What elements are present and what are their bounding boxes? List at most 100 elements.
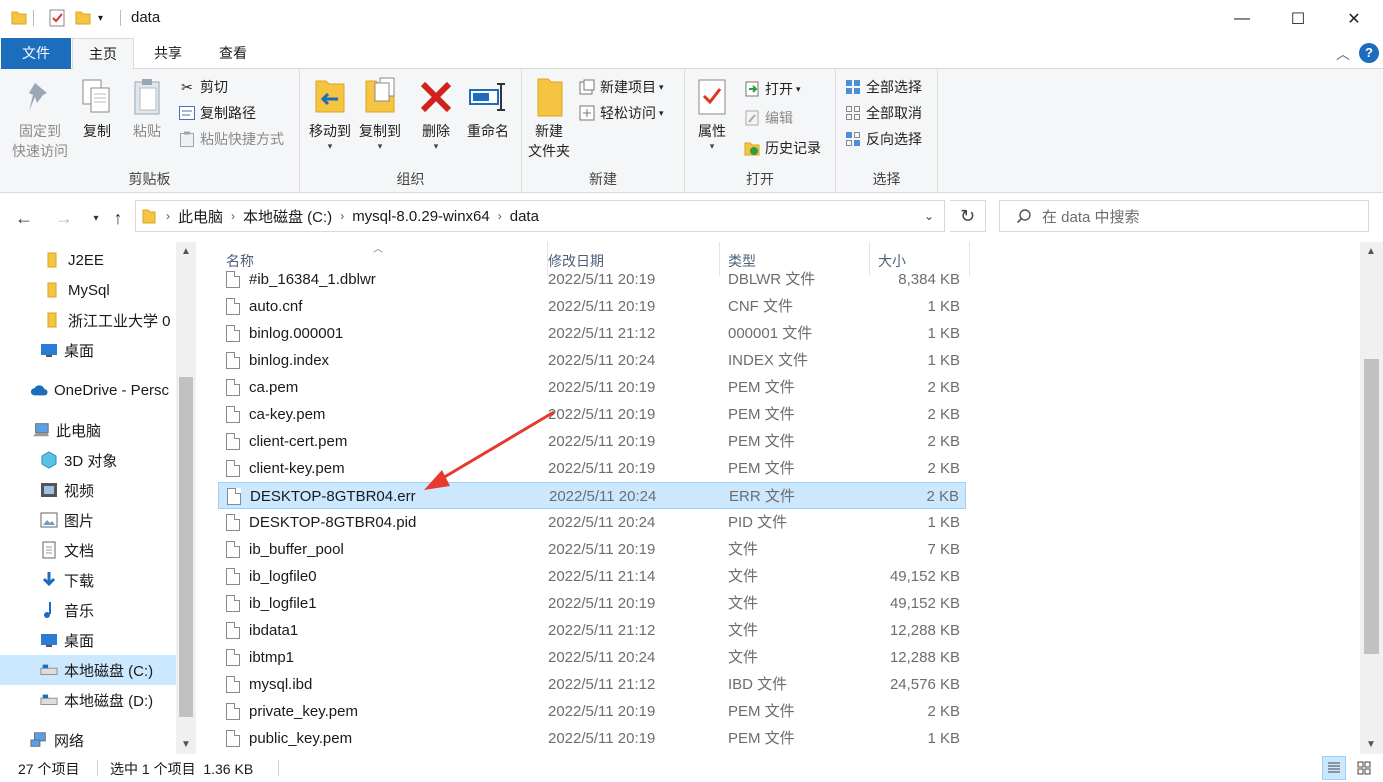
properties-button[interactable]: 属性 ▾: [691, 75, 733, 151]
window-title: data: [131, 9, 161, 26]
selection-info: 选中 1 个项目 1.36 KB: [110, 761, 254, 777]
nav-item-item-11[interactable]: 音乐: [0, 595, 176, 625]
nav-item-item-8[interactable]: 图片: [0, 505, 176, 535]
move-to-button[interactable]: 移动到 ▾: [306, 75, 354, 151]
nav-item-0[interactable]: 浙江工业大学 0: [0, 305, 176, 335]
tab-home[interactable]: 主页: [72, 38, 134, 70]
move-to-label: 移动到: [309, 123, 351, 139]
nav-pane-scroll-thumb[interactable]: [179, 377, 193, 717]
nav-item-3d[interactable]: 3D 对象: [0, 445, 176, 475]
refresh-icon[interactable]: ↻: [950, 200, 986, 232]
nav-item-label: 浙江工业大学 0: [68, 312, 171, 330]
open-group: 属性 ▾ 打开 ▾ 编辑 历史记录 打开: [685, 69, 836, 193]
help-icon[interactable]: ?: [1359, 43, 1379, 63]
select-all-button[interactable]: 全部选择: [844, 75, 922, 99]
address-dropdown-icon[interactable]: ⌄: [924, 209, 934, 223]
nav-item-item-15[interactable]: 网络: [0, 725, 176, 754]
new-folder-button[interactable]: 新建 文件夹: [526, 75, 572, 161]
properties-quick-icon[interactable]: [48, 9, 66, 27]
tab-file[interactable]: 文件: [1, 38, 71, 69]
scroll-down-icon[interactable]: ▼: [181, 739, 191, 750]
rename-label: 重命名: [467, 123, 509, 139]
copy-button[interactable]: 复制: [76, 75, 118, 141]
open-button[interactable]: 打开 ▾: [743, 77, 801, 101]
back-arrow-icon[interactable]: ←: [12, 206, 36, 230]
copy-to-button[interactable]: 复制到 ▾: [356, 75, 404, 151]
nav-pane-scrollbar[interactable]: ▲ ▼: [176, 242, 196, 754]
nav-item-d[interactable]: 本地磁盘 (D:): [0, 685, 176, 715]
history-label: 历史记录: [765, 140, 821, 156]
move-to-icon: [310, 75, 350, 119]
breadcrumb-mysql[interactable]: mysql-8.0.29-winx64: [352, 208, 490, 225]
nav-item-onedrive-persc[interactable]: OneDrive - Persc: [0, 375, 176, 405]
search-placeholder: 在 data 中搜索: [1042, 208, 1140, 226]
history-button[interactable]: 历史记录: [743, 136, 821, 160]
cut-label: 剪切: [200, 79, 228, 95]
forward-arrow-icon[interactable]: →: [52, 206, 76, 230]
minimize-button[interactable]: —: [1214, 0, 1270, 38]
tab-view[interactable]: 查看: [204, 38, 262, 69]
delete-x-icon: [416, 75, 456, 119]
tab-share[interactable]: 共享: [140, 38, 196, 69]
close-button[interactable]: ✕: [1326, 0, 1382, 38]
navigation-row: ← → ▾ ↑ › 此电脑 › 本地磁盘 (C:) › mysql-8.0.29…: [0, 194, 1383, 242]
organize-group-label: 组织: [396, 171, 425, 187]
recent-locations-icon[interactable]: ▾: [84, 206, 108, 230]
rename-icon: [468, 75, 508, 119]
video-icon: [40, 481, 58, 499]
cube-icon: [40, 451, 58, 469]
select-none-button[interactable]: 全部取消: [844, 101, 922, 125]
breadcrumb-this-pc[interactable]: 此电脑: [178, 206, 223, 227]
file-list-scrollbar[interactable]: ▲ ▼: [1360, 242, 1383, 754]
nav-item-item-7[interactable]: 视频: [0, 475, 176, 505]
nav-item-item-3[interactable]: 桌面: [0, 335, 176, 365]
search-input[interactable]: 在 data 中搜索: [999, 200, 1369, 232]
computer-icon: [32, 421, 50, 439]
music-icon: [40, 601, 58, 619]
scroll-up-icon[interactable]: ▲: [181, 246, 191, 257]
scroll-down-icon[interactable]: ▼: [1366, 739, 1376, 750]
breadcrumb-c-drive[interactable]: 本地磁盘 (C:): [243, 206, 332, 227]
cut-button[interactable]: ✂ 剪切: [178, 75, 228, 99]
quick-access-dropdown-icon[interactable]: ▾: [98, 13, 116, 31]
copy-path-button[interactable]: 复制路径: [178, 101, 256, 125]
rename-button[interactable]: 重命名: [462, 75, 514, 141]
up-arrow-icon[interactable]: ↑: [106, 206, 130, 230]
pin-label-2: 快速访问: [12, 143, 68, 159]
large-icons-view-icon[interactable]: [1352, 756, 1376, 780]
select-none-label: 全部取消: [866, 105, 922, 121]
scroll-up-icon[interactable]: ▲: [1366, 246, 1376, 257]
nav-item-mysql[interactable]: MySql: [0, 275, 176, 305]
paste-button[interactable]: 粘贴: [126, 75, 168, 141]
nav-item-item-5[interactable]: 此电脑: [0, 415, 176, 445]
nav-item-item-10[interactable]: 下载: [0, 565, 176, 595]
file-list-scroll-thumb[interactable]: [1364, 359, 1379, 654]
nav-item-label: MySql: [68, 281, 110, 299]
details-view-icon[interactable]: [1322, 756, 1346, 780]
new-folder-quick-icon[interactable]: [74, 9, 92, 27]
nav-item-c[interactable]: 本地磁盘 (C:): [0, 655, 176, 685]
nav-item-label: 桌面: [64, 342, 95, 360]
nav-item-item-12[interactable]: 桌面: [0, 625, 176, 655]
breadcrumb-data[interactable]: data: [510, 208, 539, 225]
edit-button[interactable]: 编辑: [743, 106, 793, 130]
invert-selection-icon: [844, 130, 862, 148]
nav-item-label: 下载: [64, 572, 95, 590]
invert-selection-button[interactable]: 反向选择: [844, 127, 922, 151]
delete-button[interactable]: 删除 ▾: [416, 75, 456, 151]
copy-label: 复制: [83, 123, 111, 139]
maximize-button[interactable]: ☐: [1270, 0, 1326, 38]
new-folder-label-2: 文件夹: [528, 143, 570, 159]
network-icon: [30, 731, 48, 749]
paste-shortcut-button[interactable]: 粘贴快捷方式: [178, 127, 284, 151]
pin-to-quick-access-button[interactable]: 固定到 快速访问: [8, 75, 72, 161]
easy-access-button[interactable]: 轻松访问 ▾: [578, 101, 664, 125]
nav-item-j2ee[interactable]: J2EE: [0, 245, 176, 275]
new-item-button[interactable]: 新建项目 ▾: [578, 75, 664, 99]
nav-item-item-9[interactable]: 文档: [0, 535, 176, 565]
status-bar: 27 个项目 选中 1 个项目 1.36 KB: [0, 754, 1383, 782]
easy-access-label: 轻松访问: [600, 105, 656, 121]
open-icon: [743, 80, 761, 98]
address-bar[interactable]: › 此电脑 › 本地磁盘 (C:) › mysql-8.0.29-winx64 …: [135, 200, 945, 232]
collapse-ribbon-icon[interactable]: ︿: [1336, 44, 1350, 64]
